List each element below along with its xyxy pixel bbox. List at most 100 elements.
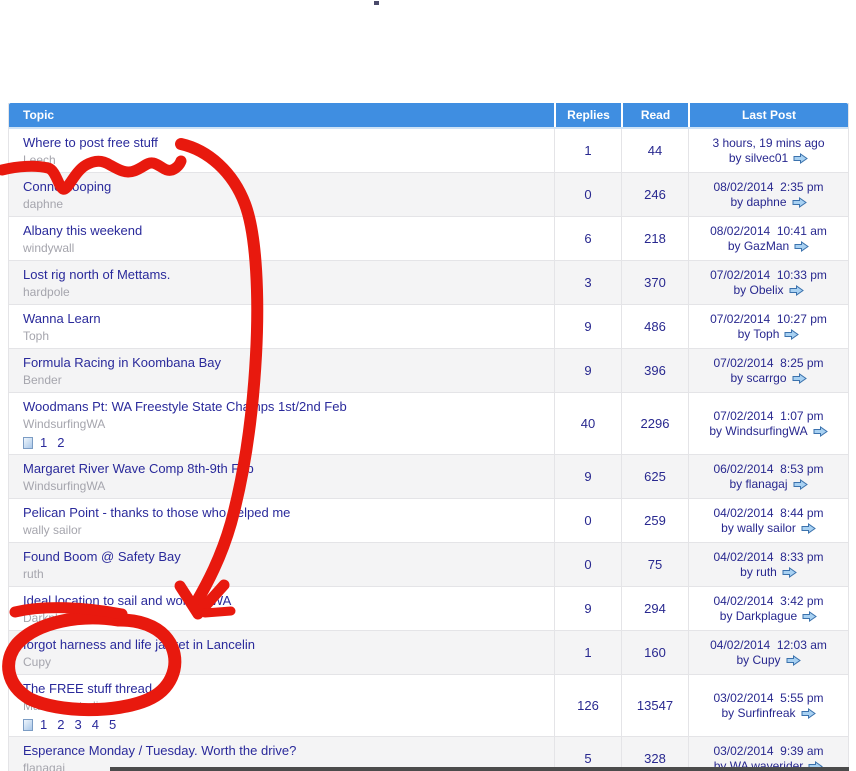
topic-author: wally sailor (23, 523, 548, 538)
last-post-byline: by WindsurfingWA (709, 424, 827, 439)
topic-title-link[interactable]: Albany this weekend (23, 223, 142, 239)
goto-last-post-icon[interactable] (802, 611, 817, 622)
topic-title-link[interactable]: Formula Racing in Koombana Bay (23, 355, 221, 371)
goto-last-post-icon[interactable] (789, 285, 804, 296)
last-post-user-link[interactable]: by scarrgo (730, 371, 786, 386)
last-post-user-link[interactable]: by Toph (738, 327, 780, 342)
replies-cell: 9 (554, 305, 621, 348)
topic-author: Toph (23, 329, 548, 344)
goto-last-post-icon[interactable] (794, 241, 809, 252)
page-link[interactable]: 4 (92, 717, 99, 732)
topic-title-link[interactable]: forgot harness and life jacket in Lancel… (23, 637, 255, 653)
topic-cell: Pelican Point - thanks to those who help… (9, 499, 554, 542)
topic-author: ruth (23, 567, 548, 582)
page-link[interactable]: 1 (40, 717, 47, 732)
last-post-user-link[interactable]: by Surfinfreak (721, 706, 795, 721)
artifact-speck (374, 1, 379, 5)
topic-title-link[interactable]: The FREE stuff thread (23, 681, 152, 697)
goto-last-post-icon[interactable] (793, 153, 808, 164)
topic-title-link[interactable]: Margaret River Wave Comp 8th-9th Feb (23, 461, 254, 477)
topic-author: hardpole (23, 285, 548, 300)
last-post-user-link[interactable]: by Darkplague (720, 609, 797, 624)
table-row: Lost rig north of Mettams.hardpole337007… (9, 261, 848, 305)
lastpost-cell: 08/02/2014 2:35 pmby daphne (688, 173, 848, 216)
last-post-user-link[interactable]: by Obelix (733, 283, 783, 298)
topic-author: Leech (23, 153, 548, 168)
column-header-lastpost[interactable]: Last Post (690, 103, 848, 127)
page-link[interactable]: 3 (74, 717, 81, 732)
topic-author: Cupy (23, 655, 548, 670)
last-post-user-link[interactable]: by wally sailor (721, 521, 796, 536)
topic-title-link[interactable]: Found Boom @ Safety Bay (23, 549, 181, 565)
column-header-topic[interactable]: Topic (9, 103, 554, 127)
topic-author: WindsurfingWA (23, 479, 548, 494)
topic-title-link[interactable]: Wanna Learn (23, 311, 101, 327)
topic-cell: Found Boom @ Safety Bay ruth (9, 543, 554, 586)
read-cell: 44 (621, 129, 688, 172)
replies-cell: 9 (554, 587, 621, 630)
goto-last-post-icon[interactable] (801, 708, 816, 719)
column-header-read[interactable]: Read (623, 103, 688, 127)
read-cell: 160 (621, 631, 688, 674)
last-post-date: 3 hours, 19 mins ago (712, 136, 824, 151)
page-link[interactable]: 1 (40, 435, 47, 450)
goto-last-post-icon[interactable] (801, 523, 816, 534)
topic-title-link[interactable]: Esperance Monday / Tuesday. Worth the dr… (23, 743, 296, 759)
topic-cell: Esperance Monday / Tuesday. Worth the dr… (9, 737, 554, 771)
replies-cell: 0 (554, 543, 621, 586)
page-link[interactable]: 5 (109, 717, 116, 732)
last-post-user-link[interactable]: by daphne (730, 195, 786, 210)
topic-author: WindsurfingWA (23, 417, 548, 432)
read-cell: 328 (621, 737, 688, 771)
topic-title-link[interactable]: Where to post free stuff (23, 135, 158, 151)
read-cell: 370 (621, 261, 688, 304)
page-link[interactable]: 2 (57, 717, 64, 732)
topic-title-link[interactable]: Connor looping (23, 179, 111, 195)
topic-cell: forgot harness and life jacket in Lancel… (9, 631, 554, 674)
column-header-replies[interactable]: Replies (556, 103, 621, 127)
replies-cell: 40 (554, 393, 621, 454)
table-row: Connor loopingdaphne024608/02/2014 2:35 … (9, 173, 848, 217)
goto-last-post-icon[interactable] (784, 329, 799, 340)
topic-title-link[interactable]: Lost rig north of Mettams. (23, 267, 170, 283)
goto-last-post-icon[interactable] (792, 197, 807, 208)
replies-cell: 0 (554, 499, 621, 542)
last-post-byline: by scarrgo (730, 371, 806, 386)
goto-last-post-icon[interactable] (792, 373, 807, 384)
last-post-user-link[interactable]: by WindsurfingWA (709, 424, 807, 439)
goto-last-post-icon[interactable] (793, 479, 808, 490)
last-post-date: 08/02/2014 10:41 am (710, 224, 827, 239)
last-post-byline: by GazMan (728, 239, 809, 254)
pagination: 12345 (23, 717, 548, 732)
topic-title-link[interactable]: Ideal location to sail and work in WA (23, 593, 231, 609)
replies-cell: 5 (554, 737, 621, 771)
topic-cell: Formula Racing in Koombana BayBender (9, 349, 554, 392)
replies-cell: 1 (554, 631, 621, 674)
topic-cell: Ideal location to sail and work in WA Dar… (9, 587, 554, 630)
read-cell: 13547 (621, 675, 688, 736)
last-post-user-link[interactable]: by silvec01 (729, 151, 788, 166)
last-post-date: 06/02/2014 8:53 pm (713, 462, 823, 477)
table-row: Ideal location to sail and work in WA Dar… (9, 587, 848, 631)
topic-cell: Lost rig north of Mettams. hardpole (9, 261, 554, 304)
read-cell: 294 (621, 587, 688, 630)
topic-title-link[interactable]: Woodmans Pt: WA Freestyle State Champs 1… (23, 399, 347, 415)
last-post-user-link[interactable]: by flanagaj (729, 477, 787, 492)
last-post-byline: by flanagaj (729, 477, 807, 492)
last-post-user-link[interactable]: by Cupy (736, 653, 780, 668)
topic-author: Darkplague (23, 611, 548, 626)
last-post-date: 04/02/2014 8:33 pm (713, 550, 823, 565)
goto-last-post-icon[interactable] (782, 567, 797, 578)
goto-last-post-icon[interactable] (813, 426, 828, 437)
topic-table: Topic Replies Read Last Post Where to po… (8, 103, 849, 771)
last-post-date: 04/02/2014 3:42 pm (713, 594, 823, 609)
topic-title-link[interactable]: Pelican Point - thanks to those who help… (23, 505, 290, 521)
last-post-date: 03/02/2014 5:55 pm (713, 691, 823, 706)
page-link[interactable]: 2 (57, 435, 64, 450)
table-row: Esperance Monday / Tuesday. Worth the dr… (9, 737, 848, 771)
last-post-user-link[interactable]: by GazMan (728, 239, 789, 254)
last-post-byline: by Cupy (736, 653, 800, 668)
read-cell: 396 (621, 349, 688, 392)
goto-last-post-icon[interactable] (786, 655, 801, 666)
last-post-user-link[interactable]: by ruth (740, 565, 777, 580)
